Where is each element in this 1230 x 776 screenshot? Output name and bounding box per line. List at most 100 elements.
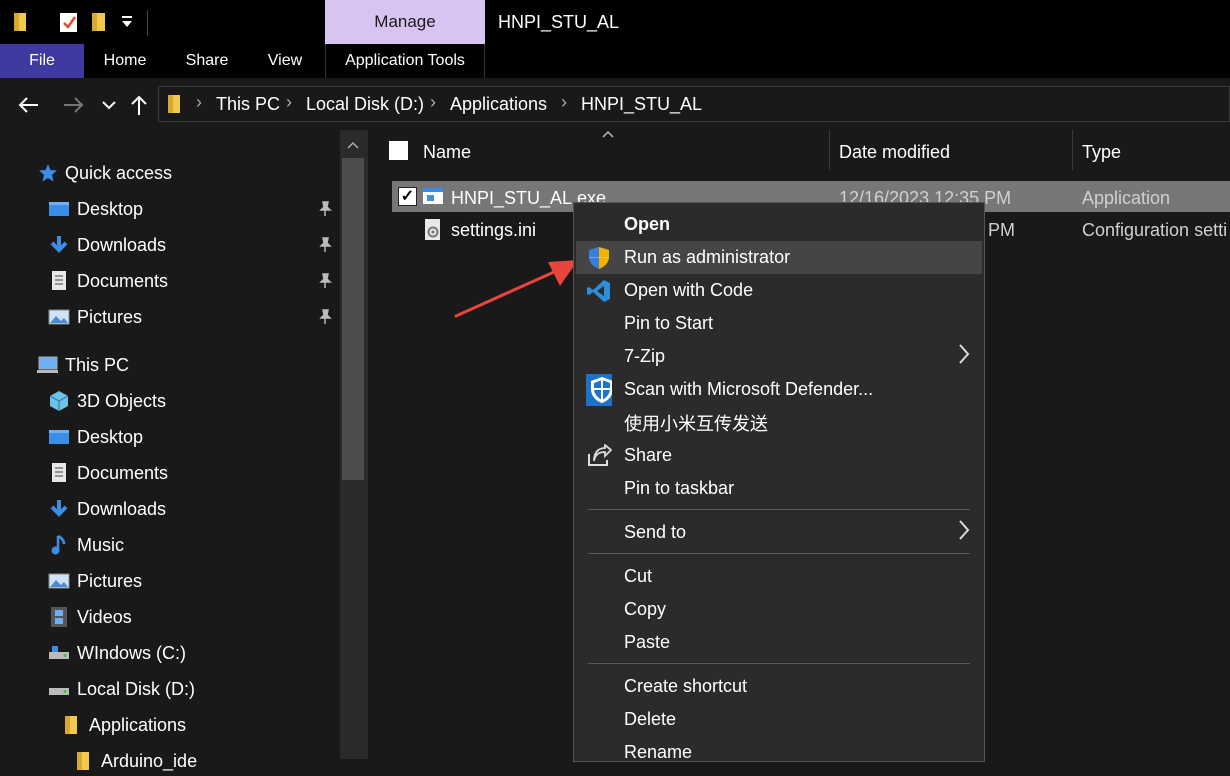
drive-icon bbox=[48, 678, 70, 700]
nav-quick-desktop[interactable]: Desktop bbox=[48, 194, 143, 224]
annotation-arrow bbox=[450, 250, 585, 330]
vscode-icon bbox=[586, 278, 612, 304]
nav-label: Downloads bbox=[77, 498, 167, 519]
nav-label: Videos bbox=[77, 606, 132, 627]
nav-downloads[interactable]: Downloads bbox=[48, 494, 166, 524]
menu-item-xiaomi-share[interactable]: 使用小米互传发送 bbox=[574, 406, 984, 439]
menu-item-copy[interactable]: Copy bbox=[574, 593, 984, 626]
pin-icon[interactable] bbox=[316, 236, 334, 254]
nav-scrollbar-thumb[interactable] bbox=[342, 158, 364, 480]
nav-applications[interactable]: Applications bbox=[60, 710, 186, 740]
cube-icon bbox=[48, 390, 70, 412]
row-checkbox[interactable]: ✓ bbox=[398, 187, 417, 206]
chevron-down-icon bbox=[102, 101, 116, 110]
pane-divider[interactable] bbox=[366, 130, 368, 759]
menu-label: 使用小米互传发送 bbox=[624, 413, 768, 434]
nav-label: This PC bbox=[65, 354, 130, 375]
recent-locations-button[interactable] bbox=[94, 88, 124, 122]
nav-label: Pictures bbox=[77, 570, 143, 591]
column-header-date[interactable]: Date modified bbox=[839, 138, 950, 166]
file-type: Application bbox=[1082, 188, 1171, 208]
column-divider[interactable] bbox=[829, 130, 830, 170]
menu-item-create-shortcut[interactable]: Create shortcut bbox=[574, 670, 984, 703]
menu-item-scan-defender[interactable]: Scan with Microsoft Defender... bbox=[574, 373, 984, 406]
folder-icon bbox=[60, 714, 82, 736]
menu-separator bbox=[588, 663, 970, 664]
customize-toolbar-icon[interactable] bbox=[120, 14, 134, 33]
breadcrumb-separator: › bbox=[286, 92, 292, 112]
tab-share[interactable]: Share bbox=[172, 44, 242, 78]
menu-label: Delete bbox=[624, 709, 677, 729]
new-folder-icon[interactable] bbox=[90, 11, 108, 38]
window-title: HNPI_STU_AL bbox=[498, 12, 620, 32]
nav-quick-pictures[interactable]: Pictures bbox=[48, 302, 142, 332]
tab-application-tools[interactable]: Application Tools bbox=[326, 44, 484, 78]
nav-this-pc[interactable]: This PC bbox=[36, 350, 129, 380]
nav-quick-documents[interactable]: Documents bbox=[48, 266, 168, 296]
nav-quick-downloads[interactable]: Downloads bbox=[48, 230, 166, 260]
back-button[interactable] bbox=[14, 88, 44, 122]
breadcrumb-local-disk[interactable]: Local Disk (D:) bbox=[306, 94, 424, 115]
scroll-up-icon[interactable] bbox=[340, 136, 366, 154]
nav-quick-access[interactable]: Quick access bbox=[38, 158, 172, 188]
menu-item-rename[interactable]: Rename bbox=[574, 736, 984, 769]
menu-label: Send to bbox=[624, 522, 687, 542]
file-type: Configuration setti bbox=[1082, 220, 1228, 240]
menu-item-share[interactable]: Share bbox=[574, 439, 984, 472]
column-divider[interactable] bbox=[1072, 130, 1073, 170]
menu-item-send-to[interactable]: Send to bbox=[574, 516, 984, 549]
pin-icon[interactable] bbox=[316, 308, 334, 326]
column-header-name[interactable]: Name bbox=[423, 138, 471, 166]
up-arrow-icon bbox=[131, 95, 147, 115]
pin-icon[interactable] bbox=[316, 200, 334, 218]
menu-label: Create shortcut bbox=[624, 676, 748, 696]
folder-icon bbox=[12, 11, 28, 38]
nav-label: Desktop bbox=[77, 426, 144, 447]
menu-label: 7-Zip bbox=[624, 346, 666, 366]
document-icon bbox=[48, 462, 70, 484]
menu-item-pin-to-start[interactable]: Pin to Start bbox=[574, 307, 984, 340]
menu-label: Run as administrator bbox=[624, 247, 791, 267]
nav-local-disk-d[interactable]: Local Disk (D:) bbox=[48, 674, 195, 704]
nav-3d-objects[interactable]: 3D Objects bbox=[48, 386, 166, 416]
menu-label: Cut bbox=[624, 566, 653, 586]
nav-label: Documents bbox=[77, 270, 169, 291]
menu-label: Open with Code bbox=[624, 280, 754, 300]
select-all-checkbox[interactable] bbox=[389, 141, 408, 160]
breadcrumb-applications[interactable]: Applications bbox=[450, 94, 547, 115]
pin-icon[interactable] bbox=[316, 272, 334, 290]
settings-file-icon bbox=[423, 218, 443, 247]
nav-pictures[interactable]: Pictures bbox=[48, 566, 142, 596]
nav-videos[interactable]: Videos bbox=[48, 602, 132, 632]
tab-view[interactable]: View bbox=[252, 44, 318, 78]
tab-file[interactable]: File bbox=[0, 44, 84, 78]
menu-separator bbox=[588, 509, 970, 510]
breadcrumb-current-folder[interactable]: HNPI_STU_AL bbox=[581, 94, 702, 115]
menu-item-pin-to-taskbar[interactable]: Pin to taskbar bbox=[574, 472, 984, 505]
menu-item-paste[interactable]: Paste bbox=[574, 626, 984, 659]
column-header-type[interactable]: Type bbox=[1082, 138, 1121, 166]
share-icon bbox=[586, 443, 612, 469]
nav-music[interactable]: Music bbox=[48, 530, 124, 560]
forward-button[interactable] bbox=[58, 88, 88, 122]
menu-item-open-with-code[interactable]: Open with Code bbox=[574, 274, 984, 307]
tab-manage[interactable]: Manage bbox=[325, 0, 485, 44]
document-icon bbox=[48, 270, 70, 292]
nav-arduino-ide[interactable]: Arduino_ide bbox=[72, 746, 197, 776]
properties-icon[interactable] bbox=[58, 10, 80, 39]
menu-item-cut[interactable]: Cut bbox=[574, 560, 984, 593]
menu-item-7zip[interactable]: 7-Zip bbox=[574, 340, 984, 373]
nav-documents[interactable]: Documents bbox=[48, 458, 168, 488]
breadcrumb-this-pc[interactable]: This PC bbox=[216, 94, 280, 115]
nav-label: Arduino_ide bbox=[101, 750, 198, 771]
nav-desktop[interactable]: Desktop bbox=[48, 422, 143, 452]
tab-home[interactable]: Home bbox=[90, 44, 160, 78]
menu-item-open[interactable]: Open bbox=[574, 208, 984, 241]
up-button[interactable] bbox=[124, 88, 154, 122]
nav-label: Pictures bbox=[77, 306, 143, 327]
menu-item-delete[interactable]: Delete bbox=[574, 703, 984, 736]
file-name[interactable]: settings.ini bbox=[451, 220, 536, 241]
nav-windows-drive[interactable]: WIndows (C:) bbox=[48, 638, 186, 668]
menu-item-run-as-administrator[interactable]: Run as administrator bbox=[576, 241, 982, 274]
pictures-icon bbox=[48, 306, 70, 328]
